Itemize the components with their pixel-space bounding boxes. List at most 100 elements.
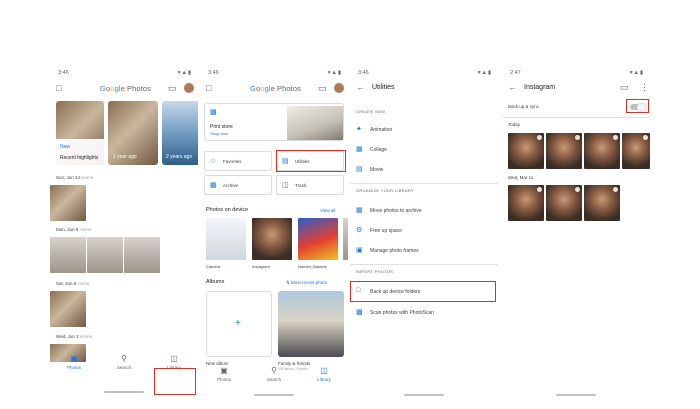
section-date: Wed, Jun 3 Home	[56, 334, 92, 339]
photoscan-icon: ▩	[356, 309, 363, 316]
archive-icon: ▦	[356, 207, 363, 214]
util-photo-frames[interactable]: ▣ Manage photo frames	[350, 244, 498, 258]
page-title: Utilities	[372, 84, 395, 91]
cast-icon[interactable]: ▭	[168, 84, 177, 93]
util-movie[interactable]: ▤ Movie	[350, 163, 498, 177]
util-move-to-archive[interactable]: ▦ Move photos to archive	[350, 204, 498, 218]
utilities-screen: 3:46 ▾▲▮ ← Utilities CREATE NEW ✦ Animat…	[350, 66, 498, 399]
status-time: 3:46	[358, 70, 369, 76]
animation-icon: ✦	[356, 126, 362, 133]
photos-icon: ▣	[70, 354, 78, 363]
select-check-icon[interactable]	[575, 135, 580, 140]
divider	[502, 117, 650, 118]
chat-icon[interactable]: □	[206, 84, 211, 93]
photo-thumbnail[interactable]	[508, 185, 544, 221]
util-free-up-space[interactable]: ⚙ Free up space	[350, 224, 498, 238]
highlight-caption	[56, 139, 104, 165]
highlight-recent[interactable]: New Recent highlights	[56, 101, 104, 165]
folder-label: Named_Baserts	[298, 264, 327, 269]
section-header: CREATE NEW	[356, 109, 386, 114]
highlight-box-utilities	[276, 150, 346, 172]
photo-thumbnail[interactable]	[584, 133, 620, 169]
plus-icon: +	[235, 318, 241, 329]
highlight-2-years-label: 2 years ago	[166, 154, 193, 160]
more-icon[interactable]: ⋮	[640, 83, 649, 92]
status-time: 3:46	[208, 70, 219, 76]
gesture-bar	[556, 394, 596, 396]
photo-thumbnail[interactable]	[50, 291, 86, 327]
group-date: Today	[508, 122, 521, 127]
folder-instagram-thumb[interactable]	[252, 218, 292, 260]
select-check-icon[interactable]	[613, 135, 618, 140]
highlight-2-years[interactable]: 2 years ago	[162, 101, 198, 165]
status-icons: ▾▲▮	[477, 70, 492, 76]
select-check-icon[interactable]	[537, 187, 542, 192]
nav-photos[interactable]: ▣ Photos	[204, 365, 244, 382]
status-bar: 3:46 ▾▲▮	[358, 69, 492, 79]
print-store-card[interactable]: ▩ Print store Shop now	[204, 103, 344, 141]
favorites-button[interactable]: ☆ Favorites	[204, 151, 272, 171]
nav-photos[interactable]: ▣ Photos	[54, 353, 94, 370]
view-all-link[interactable]: View all	[320, 208, 335, 213]
shop-now-link[interactable]: Shop now	[210, 131, 228, 136]
cast-icon[interactable]: ▭	[318, 84, 327, 93]
gesture-bar	[404, 394, 444, 396]
family-album-thumb[interactable]	[278, 291, 344, 357]
divider	[350, 183, 498, 184]
gesture-bar	[104, 391, 144, 393]
google-photos-logo: Google Photos	[100, 84, 151, 93]
back-arrow-icon[interactable]: ←	[356, 83, 365, 92]
sort-icon: ⇅	[286, 280, 290, 285]
trash-button[interactable]: ◫ Trash	[276, 175, 344, 195]
folder-label: Instagram	[252, 264, 270, 269]
trash-icon: ◫	[282, 182, 289, 189]
photo-thumbnail[interactable]	[87, 237, 123, 273]
photo-thumbnail[interactable]	[546, 133, 582, 169]
status-bar: 2:47 ▾▲▮	[510, 69, 644, 79]
util-collage[interactable]: ▦ Collage	[350, 143, 498, 157]
library-screen: 3:46 ▾▲▮ □ Google Photos ▭ ▩ Print store…	[200, 66, 348, 399]
select-check-icon[interactable]	[643, 135, 648, 140]
highlight-1-year[interactable]: 1 year ago	[108, 101, 158, 165]
highlight-box-library	[154, 368, 196, 395]
nav-library[interactable]: ◫ Library	[304, 365, 344, 382]
photo-thumbnail[interactable]	[124, 237, 160, 273]
photo-frame-icon: ▣	[356, 247, 363, 254]
photo-thumbnail[interactable]	[508, 133, 544, 169]
select-check-icon[interactable]	[537, 135, 542, 140]
library-icon: ◫	[170, 354, 178, 363]
folder-camera-thumb[interactable]	[206, 218, 246, 260]
folder-named-thumb[interactable]	[298, 218, 338, 260]
archive-button[interactable]: ▦ Archive	[204, 175, 272, 195]
chat-icon[interactable]: □	[56, 84, 61, 93]
nav-search[interactable]: ⚲ Search	[254, 365, 294, 382]
avatar[interactable]	[184, 83, 194, 93]
photo-thumbnail[interactable]	[584, 185, 620, 221]
photo-thumbnail[interactable]	[546, 185, 582, 221]
bottom-nav: ▣ Photos ⚲ Search ◫ Library	[200, 365, 348, 385]
nav-search[interactable]: ⚲ Search	[104, 353, 144, 370]
cast-icon[interactable]: ▭	[620, 83, 629, 92]
photo-thumbnail[interactable]	[50, 237, 86, 273]
section-date: Sun, Jun 14 Home	[56, 175, 94, 180]
back-arrow-icon[interactable]: ←	[508, 83, 517, 92]
photo-thumbnail[interactable]	[622, 133, 650, 169]
sort-albums-link[interactable]: ⇅ Most recent photo	[286, 280, 327, 286]
status-icons: ▾▲▮	[327, 70, 342, 76]
new-album-tile[interactable]: +	[206, 291, 272, 357]
section-header: ORGANIZE YOUR LIBRARY	[356, 188, 414, 193]
free-space-icon: ⚙	[356, 227, 363, 234]
page-title: Instagram	[524, 84, 556, 91]
photo-thumbnail[interactable]	[50, 185, 86, 221]
folder-screen: 2:47 ▾▲▮ ← Instagram ▭ ⋮ Back up & sync …	[502, 66, 650, 399]
util-animation[interactable]: ✦ Animation	[350, 123, 498, 137]
photos-screen: 3:46 ▾▲▮ □ Google Photos ▭ New Recent hi…	[50, 66, 198, 399]
select-check-icon[interactable]	[613, 187, 618, 192]
folder-next-thumb[interactable]	[343, 218, 348, 260]
section-date: Sat, Jun 6 Home	[56, 281, 90, 286]
avatar[interactable]	[334, 83, 344, 93]
photos-on-device-header: Photos on device	[206, 207, 249, 213]
select-check-icon[interactable]	[575, 187, 580, 192]
util-photoscan[interactable]: ▩ Scan photos with PhotoScan	[350, 306, 498, 320]
status-bar: 3:46 ▾▲▮	[208, 69, 342, 79]
